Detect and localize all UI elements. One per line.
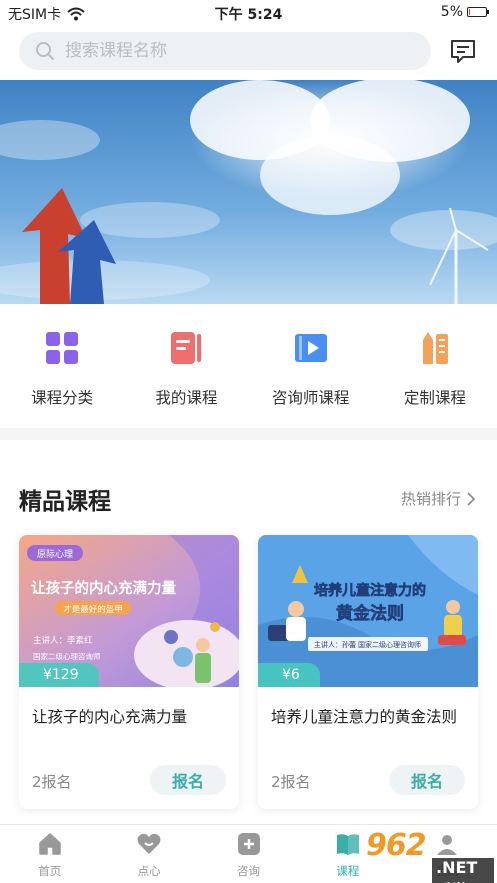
quick-item-course-category[interactable]: 课程分类 [0,304,124,428]
hot-ranking-label: 热销排行 [400,490,461,508]
price-tag: ¥129 [19,663,99,687]
battery-icon [467,7,489,17]
grid-icon [46,332,79,364]
course-title: 让孩子的内心充满力量 [32,708,188,726]
pencil-ruler-icon [422,332,448,364]
quick-item-custom-courses[interactable]: 定制课程 [373,304,497,428]
home-icon [38,833,61,855]
featured-courses-section: 精品课程 热销排行 原际心理 让孩子的内心充满力量 才是最好的盔甲 主讲人：李素… [0,440,497,824]
message-icon[interactable] [448,36,478,66]
course-cover: 原际心理 让孩子的内心充满力量 才是最好的盔甲 主讲人：李素红 国家二级心理咨询… [19,535,239,687]
tab-home[interactable]: 首页 [0,825,99,883]
status-bar: 无SIM卡 下午 5:24 5% [0,0,497,26]
course-cover: 培养儿童注意力的 黄金法则 主讲人：孙蕾 国家二级心理咨询师 ¥6 [258,535,478,687]
search-bar [0,26,497,80]
course-book-icon [336,834,359,855]
video-icon [294,334,327,362]
course-card[interactable]: 原际心理 让孩子的内心充满力量 才是最好的盔甲 主讲人：李素红 国家二级心理咨询… [19,535,239,809]
quick-label: 咨询师课程 [271,389,350,407]
watermark-site: .NET乐游网 [432,858,494,883]
consult-icon [237,833,260,855]
watermark-brand: 962 [366,828,427,863]
course-title: 培养儿童注意力的黄金法则 [271,708,458,726]
tab-label: 咨询 [237,864,261,878]
tab-label: 课程 [336,864,360,878]
tab-heart[interactable]: 点心 [99,825,198,883]
enroll-count: 2报名 [32,773,72,791]
poster-credential: 国家二级心理咨询师 [33,651,101,661]
banner-illustration [0,80,497,304]
poster-brand: 原际心理 [37,549,73,560]
book-icon [171,332,202,364]
battery-percent: 5% [440,4,463,20]
search-input[interactable] [65,32,415,70]
enroll-button[interactable]: 报名 [389,765,465,795]
status-time: 下午 5:24 [214,7,283,23]
poster-credential: 国家二级心理咨询师 [358,640,421,649]
quick-label: 定制课程 [403,389,466,407]
section-title: 精品课程 [19,489,111,515]
tab-consult[interactable]: 咨询 [199,825,298,883]
poster-headline: 让孩子的内心充满力量 [31,579,176,597]
poster-headline-2: 黄金法则 [336,603,404,624]
poster-tagline: 才是最好的盔甲 [63,604,123,615]
hot-ranking-link[interactable]: 热销排行 [401,488,475,509]
quick-label: 我的课程 [155,389,218,407]
course-card[interactable]: 培养儿童注意力的 黄金法则 主讲人：孙蕾 国家二级心理咨询师 ¥6 培养儿童注意… [258,535,478,809]
chevron-right-icon [467,491,475,506]
poster-speaker: 主讲人：孙蕾 [314,640,356,649]
quick-item-counselor-courses[interactable]: 咨询师课程 [249,304,373,428]
poster-headline: 培养儿童注意力的 [314,582,426,599]
enroll-button[interactable]: 报名 [150,765,226,795]
search-box[interactable] [19,32,431,70]
quick-label: 课程分类 [31,389,94,407]
price-tag: ¥6 [258,663,320,687]
tab-label: 首页 [38,864,62,878]
tab-label: 点心 [137,864,161,878]
heart-icon [137,833,161,854]
banner-image[interactable] [0,80,497,304]
search-icon [36,42,54,60]
enroll-count: 2报名 [271,773,311,791]
poster-speaker: 主讲人：李素红 [33,635,93,646]
quick-item-my-courses[interactable]: 我的课程 [124,304,248,428]
quick-menu: 课程分类 我的课程 咨询师课程 定制课程 [0,304,497,428]
site-watermark: 962 .NET乐游网 [360,828,494,883]
